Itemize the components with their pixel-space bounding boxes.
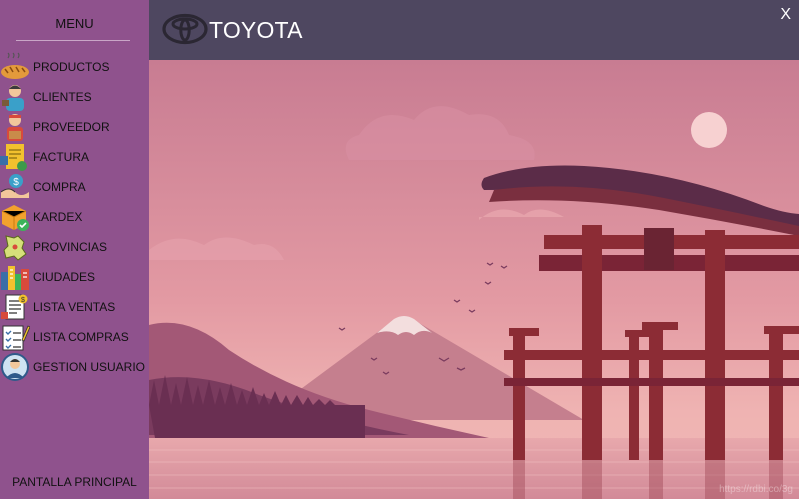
menu-item-clientes[interactable]: CLIENTES (0, 82, 149, 112)
menu-item-label: COMPRA (33, 180, 86, 194)
brand-name: TOYOTA (209, 17, 303, 43)
menu-item-label: PRODUCTOS (33, 60, 110, 74)
menu-item-label: GESTION USUARIO (33, 360, 146, 374)
menu-item-productos[interactable]: PRODUCTOS (0, 52, 149, 82)
menu-item-provincias[interactable]: PROVINCIAS (0, 232, 149, 262)
bread-icon (0, 52, 30, 82)
user-manager-icon (0, 352, 30, 382)
menu-list: PRODUCTOS CLIENTES PROVEEDOR FACTURA $ C… (0, 52, 149, 382)
image-watermark: https://rdbi.co/3g (719, 484, 793, 495)
sales-list-icon: $ (0, 292, 30, 322)
svg-text:$: $ (21, 297, 25, 304)
menu-item-gestion-usuario[interactable]: GESTION USUARIO (0, 352, 149, 382)
sidebar: MENU PRODUCTOS CLIENTES PROVEEDOR FACTUR… (0, 0, 149, 499)
menu-item-lista-ventas[interactable]: $ LISTA VENTAS (0, 292, 149, 322)
torii-landscape-image (149, 60, 799, 499)
menu-item-compra[interactable]: $ COMPRA (0, 172, 149, 202)
customer-icon (0, 82, 30, 112)
box-check-icon (0, 202, 30, 232)
menu-item-label: CLIENTES (33, 90, 92, 104)
invoice-icon (0, 142, 30, 172)
map-region-icon (0, 232, 30, 262)
close-button[interactable]: X (780, 6, 791, 24)
menu-item-label: LISTA VENTAS (33, 300, 116, 314)
svg-text:$: $ (13, 177, 19, 188)
purchase-list-icon (0, 322, 30, 352)
background-illustration: https://rdbi.co/3g (149, 60, 799, 499)
supplier-icon (0, 112, 30, 142)
header-bar: TOYOTA X (149, 0, 799, 60)
menu-item-label: CIUDADES (33, 270, 96, 284)
menu-item-label: PROVINCIAS (33, 240, 108, 254)
menu-item-proveedor[interactable]: PROVEEDOR (0, 112, 149, 142)
menu-item-label: PROVEEDOR (33, 120, 110, 134)
menu-item-ciudades[interactable]: CIUDADES (0, 262, 149, 292)
home-screen-link[interactable]: PANTALLA PRINCIPAL (0, 475, 149, 489)
toyota-logo-icon (162, 13, 208, 50)
menu-divider (16, 40, 130, 41)
menu-item-kardex[interactable]: KARDEX (0, 202, 149, 232)
handshake-icon: $ (0, 172, 30, 202)
menu-item-label: KARDEX (33, 210, 83, 224)
menu-title: MENU (55, 16, 94, 31)
menu-item-label: LISTA COMPRAS (33, 330, 129, 344)
city-icon (0, 262, 30, 292)
menu-item-label: FACTURA (33, 150, 90, 164)
menu-item-lista-compras[interactable]: LISTA COMPRAS (0, 322, 149, 352)
menu-item-factura[interactable]: FACTURA (0, 142, 149, 172)
